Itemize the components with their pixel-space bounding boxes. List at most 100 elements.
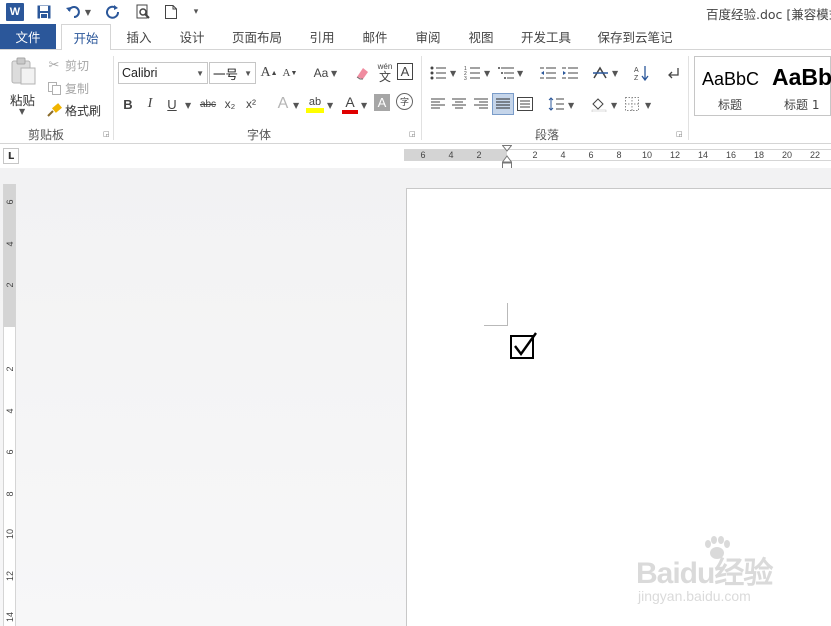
cut-button[interactable]: ✂ 剪切 (46, 56, 89, 74)
tab-view[interactable]: 视图 (459, 24, 503, 49)
copy-button[interactable]: 复制 (46, 79, 89, 97)
text-effects-button[interactable]: A (273, 94, 293, 114)
text-effects-dropdown-icon[interactable]: ▼ (293, 101, 299, 110)
tab-references[interactable]: 引用 (300, 24, 344, 49)
ruler-number: 12 (669, 150, 681, 160)
superscript-button[interactable]: x² (241, 94, 261, 114)
font-group-label: 字体 (247, 128, 272, 142)
chinese-layout-icon[interactable] (591, 63, 611, 83)
change-case-button[interactable]: Aa (310, 63, 332, 83)
ruler-number: 4 (448, 150, 454, 160)
ruler-number: 2 (5, 282, 15, 288)
print-preview-icon[interactable] (134, 3, 152, 21)
title-bar: W ▼ ▾ 百度经验.doc [兼容模式 (0, 0, 831, 24)
multilevel-list-dropdown-icon[interactable]: ▼ (517, 69, 523, 78)
clipboard-launcher-icon[interactable]: ◲ (103, 130, 111, 138)
justify-icon[interactable] (492, 93, 514, 115)
font-launcher-icon[interactable]: ◲ (409, 130, 417, 138)
line-spacing-icon[interactable] (546, 94, 566, 114)
borders-icon[interactable] (622, 94, 642, 114)
clear-formatting-icon[interactable] (352, 63, 372, 83)
highlight-dropdown-icon[interactable]: ▼ (327, 101, 333, 110)
line-spacing-dropdown-icon[interactable]: ▼ (568, 101, 574, 110)
tab-insert[interactable]: 插入 (117, 24, 161, 49)
new-document-icon[interactable] (164, 3, 178, 21)
svg-text:Z: Z (634, 75, 639, 81)
watermark-url: jingyan.baidu.com (638, 588, 751, 604)
vertical-ruler[interactable]: 6 4 2 2 4 6 8 10 12 14 (3, 184, 16, 626)
bold-button[interactable]: B (118, 94, 138, 114)
grow-font-button[interactable]: A ▲ (259, 63, 279, 83)
cut-label: 剪切 (65, 58, 90, 73)
decrease-indent-icon[interactable] (538, 63, 558, 83)
format-painter-button[interactable]: 格式刷 (46, 101, 101, 119)
tab-mailings[interactable]: 邮件 (353, 24, 397, 49)
font-name-combo[interactable]: Calibri ▼ (118, 62, 208, 84)
character-shading-button[interactable]: A (374, 94, 390, 111)
bullets-dropdown-icon[interactable]: ▼ (450, 69, 456, 78)
underline-dropdown-icon[interactable]: ▼ (185, 101, 191, 110)
align-left-icon[interactable] (428, 94, 448, 114)
multilevel-list-icon[interactable] (496, 63, 516, 83)
paragraph-launcher-icon[interactable]: ◲ (676, 130, 684, 138)
save-icon[interactable] (36, 3, 52, 21)
scissors-icon: ✂ (48, 57, 60, 73)
font-color-button[interactable]: A (340, 92, 360, 116)
svg-text:A: A (634, 67, 639, 74)
phonetic-guide-button[interactable]: wén 文 (374, 61, 396, 85)
tab-page-layout[interactable]: 页面布局 (226, 24, 288, 49)
redo-icon[interactable] (104, 3, 122, 21)
sort-icon[interactable]: AZ (632, 63, 652, 83)
highlight-button[interactable]: ab (305, 92, 325, 116)
character-border-button[interactable]: A (397, 63, 413, 80)
paste-dropdown-icon[interactable]: ▼ (19, 107, 25, 116)
tab-home[interactable]: 开始 (61, 24, 111, 50)
ruler-number: 12 (5, 570, 15, 581)
tab-save-to-cloud-note[interactable]: 保存到云笔记 (592, 24, 678, 49)
numbering-icon[interactable]: 123 (462, 63, 482, 83)
shading-dropdown-icon[interactable]: ▼ (611, 101, 617, 110)
change-case-dropdown-icon[interactable]: ▼ (331, 69, 337, 78)
bullets-icon[interactable] (428, 63, 448, 83)
show-formatting-marks-icon[interactable] (664, 63, 684, 83)
paste-icon[interactable] (9, 57, 37, 85)
checked-box-icon[interactable] (509, 331, 539, 361)
tab-file[interactable]: 文件 (0, 24, 56, 49)
italic-button[interactable]: I (140, 94, 160, 114)
distributed-icon[interactable] (515, 94, 535, 114)
undo-icon[interactable] (64, 3, 82, 21)
font-color-dropdown-icon[interactable]: ▼ (361, 101, 367, 110)
font-color-glyph: A (345, 93, 355, 110)
style-heading-1-sample: AaBb (772, 64, 831, 90)
ruler-number: 6 (5, 449, 15, 455)
tab-design[interactable]: 设计 (170, 24, 214, 49)
style-heading-sample: AaBbC (702, 69, 760, 89)
font-size-combo[interactable]: 一号 ▼ (209, 62, 256, 84)
tab-selector-button[interactable]: L (3, 148, 19, 164)
enclose-characters-button[interactable]: 字 (396, 93, 413, 110)
tab-review[interactable]: 审阅 (406, 24, 450, 49)
tab-developer[interactable]: 开发工具 (513, 24, 579, 49)
increase-indent-icon[interactable] (560, 63, 580, 83)
shrink-font-button[interactable]: A ▼ (280, 63, 300, 83)
ruler-number: 20 (781, 150, 793, 160)
customize-toolbar-icon[interactable]: ▾ (190, 3, 202, 21)
numbering-dropdown-icon[interactable]: ▼ (484, 69, 490, 78)
horizontal-ruler[interactable]: 6 4 2 2 4 6 8 10 12 14 16 18 20 22 (404, 149, 831, 161)
group-divider (688, 56, 689, 140)
align-right-icon[interactable] (471, 94, 491, 114)
style-heading[interactable]: AaBbC 标题 (695, 57, 767, 115)
strikethrough-button[interactable]: abc (196, 94, 220, 114)
word-icon[interactable]: W (6, 3, 24, 21)
shading-icon[interactable] (589, 94, 609, 114)
subscript-button[interactable]: x₂ (220, 94, 240, 114)
ruler-number: 6 (5, 199, 15, 205)
ruler-number: 18 (753, 150, 765, 160)
style-heading-1[interactable]: AaBb 标题 1 (767, 57, 831, 115)
chinese-layout-dropdown-icon[interactable]: ▼ (612, 69, 618, 78)
undo-dropdown-icon[interactable]: ▼ (84, 3, 92, 21)
ruler-number: 4 (5, 241, 15, 247)
borders-dropdown-icon[interactable]: ▼ (645, 101, 651, 110)
align-center-icon[interactable] (449, 94, 469, 114)
underline-button[interactable]: U (162, 94, 182, 114)
